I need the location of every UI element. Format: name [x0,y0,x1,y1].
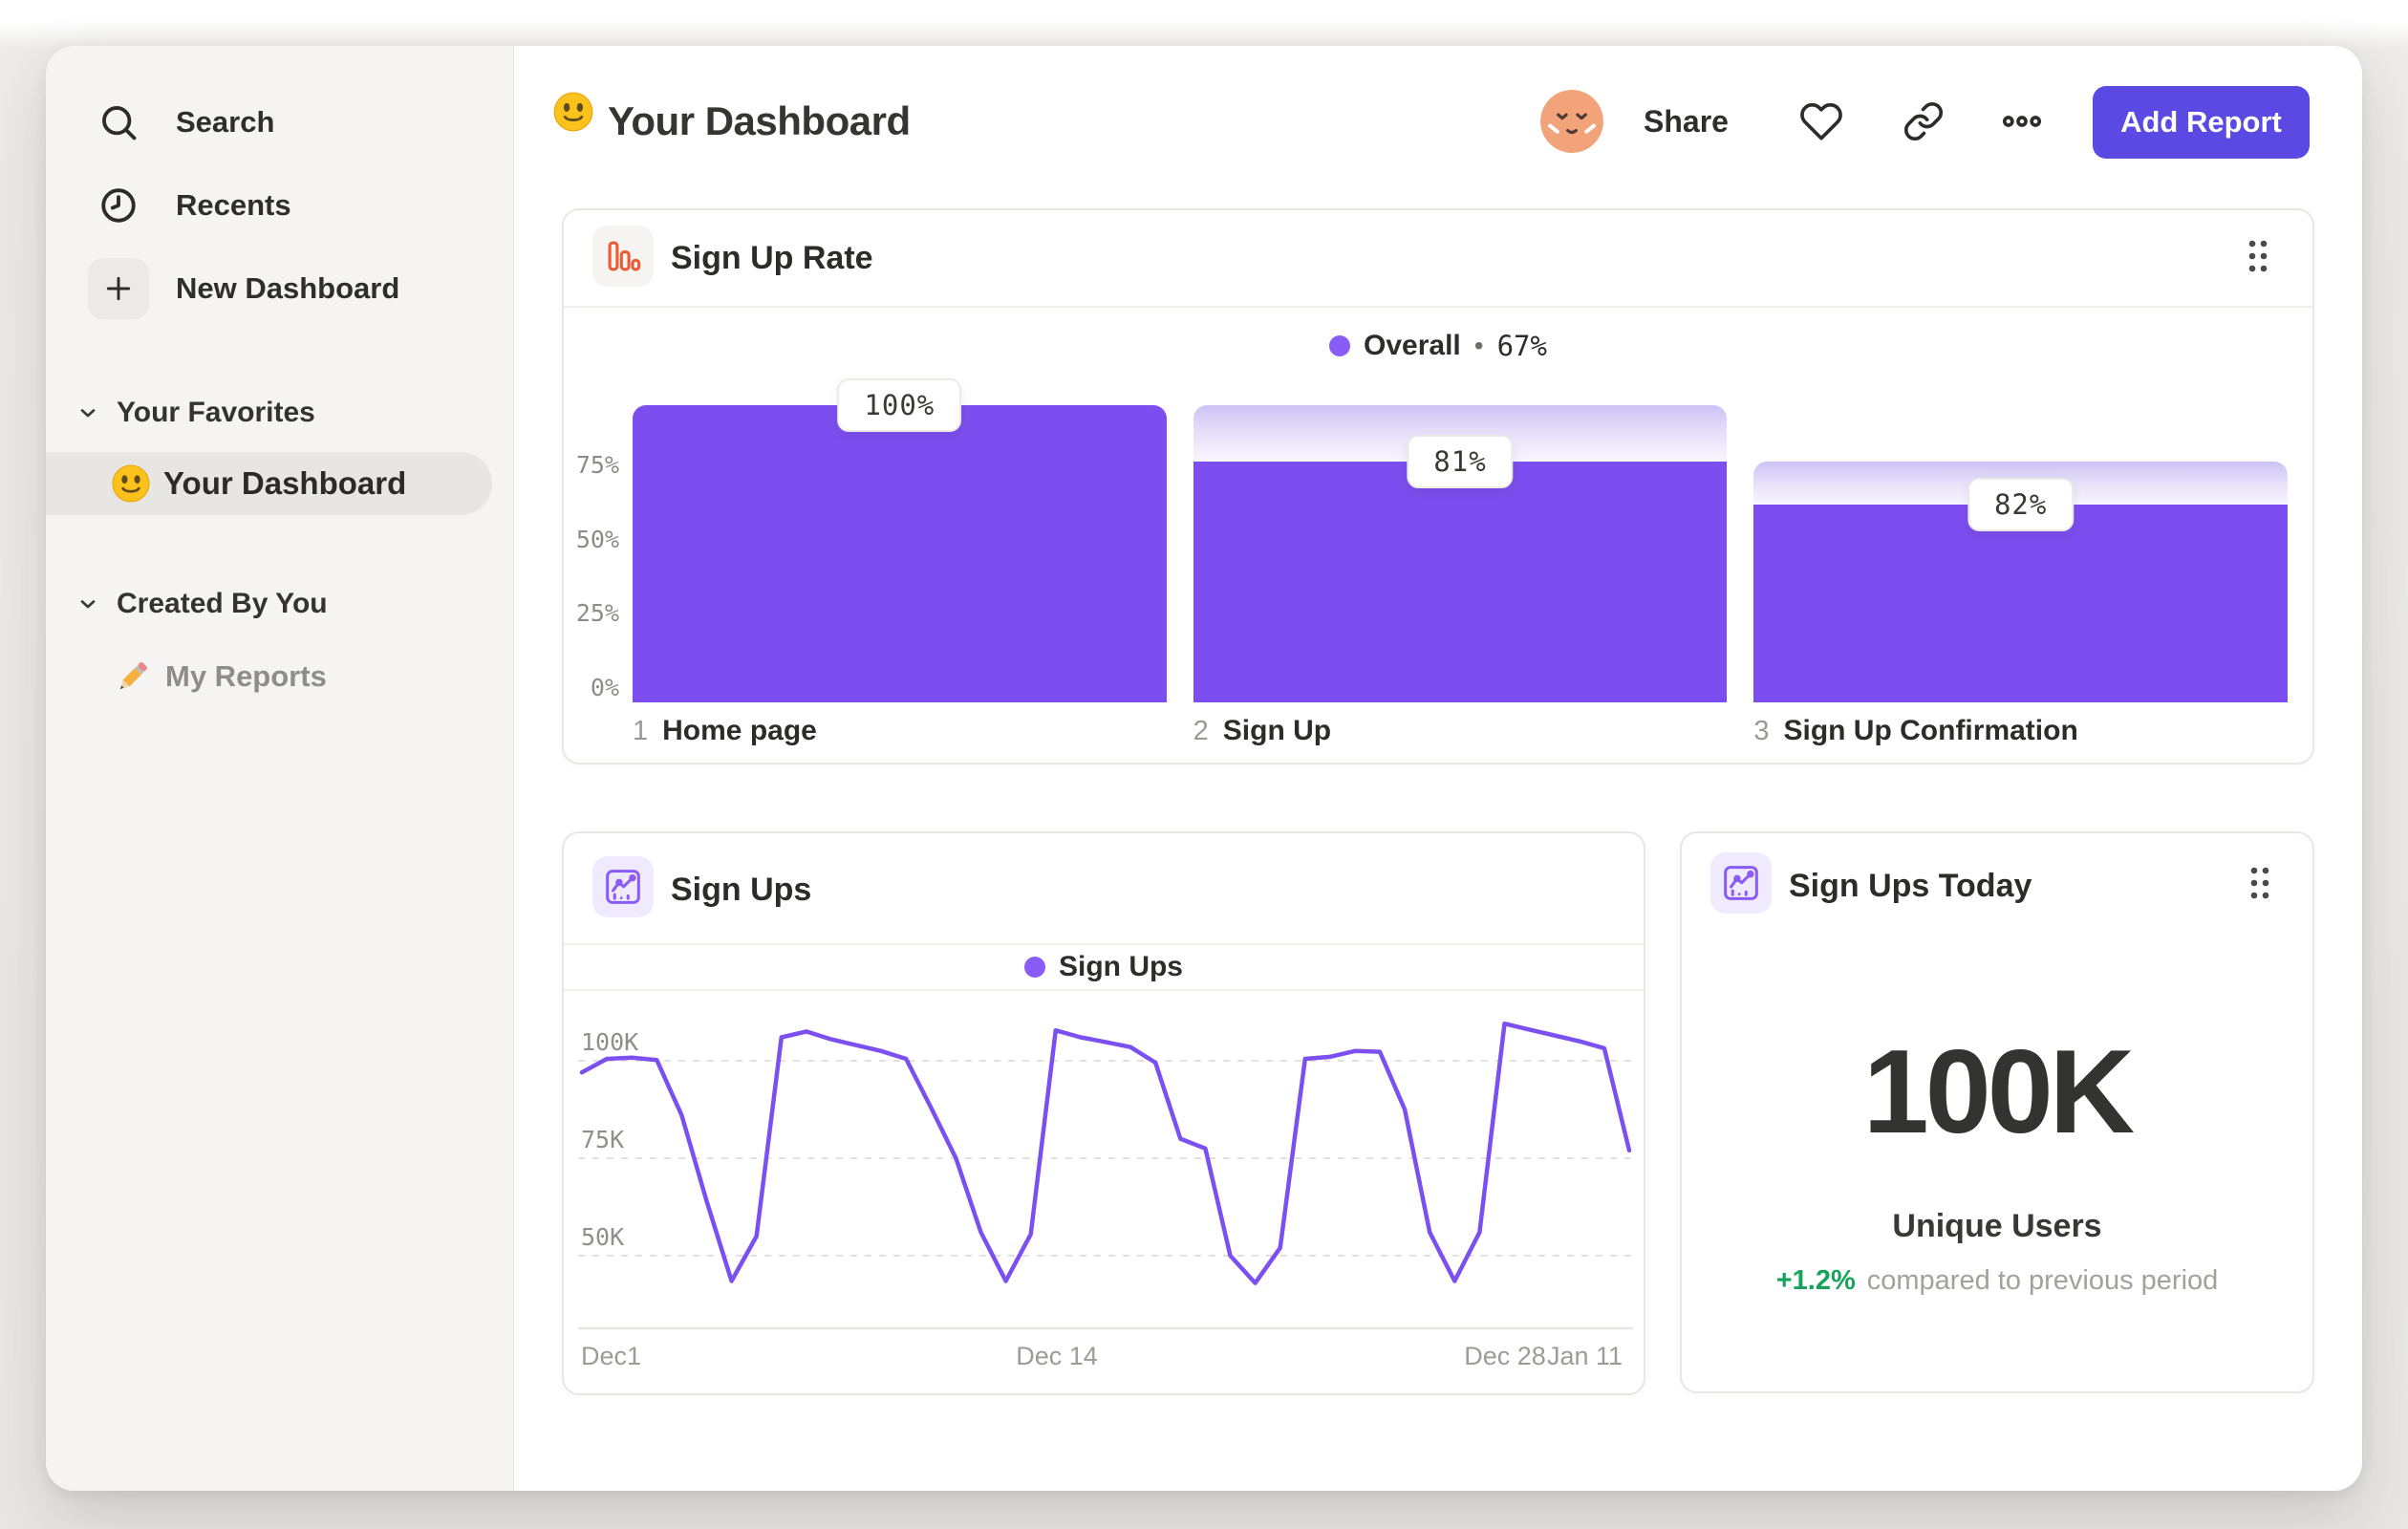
sidebar-item-label: Your Dashboard [163,465,407,501]
card-title: Sign Ups [671,872,812,908]
page-title: Your Dashboard [608,98,911,143]
funnel-bar-fill [1753,505,2288,702]
x-tick-label: Dec 28 [1464,1342,1546,1370]
page: Search Recents New Dashboard Your Favori… [0,0,2408,1529]
legend-dot-icon [1023,956,1045,978]
smiley-emoji-icon [551,90,595,134]
funnel-step-label: 1 Home page [633,715,817,746]
pencil-emoji-icon [112,656,154,698]
funnel-legend: Overall • 67% [564,323,2312,369]
x-tick-label: Dec 14 [1016,1342,1098,1370]
main-content: Your Dashboard Share Add Report Sign Up … [514,46,2362,1491]
sidebar-item-label: Search [176,105,275,139]
section-header-label: Your Favorites [117,397,315,428]
card-sign-up-rate: Sign Up Rate Overall • 67% 75% 50% 25% 0… [562,208,2314,764]
link-icon [1903,101,1944,141]
sidebar-item-my-reports[interactable]: My Reports [46,646,504,707]
legend-separator: • [1473,331,1484,360]
sidebar-item-label: My Reports [165,659,327,693]
sidebar-item-recents[interactable]: Recents [46,175,504,236]
kpi-delta: +1.2% [1775,1265,1856,1296]
sidebar-item-label: New Dashboard [176,271,400,305]
kpi-value: 100K [1862,1026,2135,1158]
add-report-button[interactable]: Add Report [2093,86,2310,159]
legend-series-label: Overall [1364,330,1461,361]
section-header-label: Created By You [117,588,328,619]
funnel-bar[interactable]: 82% [1753,405,2288,702]
sidebar-section-favorites[interactable]: Your Favorites [46,392,504,434]
card-sign-ups-today: Sign Ups Today 100K Unique Users +1.2% co… [1680,831,2314,1393]
sidebar-item-your-dashboard[interactable]: Your Dashboard [46,452,492,515]
kpi-delta-note: compared to previous period [1866,1265,2219,1296]
funnel-bar-badge: 100% [837,378,962,432]
line-legend: Sign Ups [564,944,1644,989]
card-title: Sign Ups Today [1789,868,2032,904]
funnel-bar[interactable]: 100% [633,378,1167,702]
funnel-step-label: 3 Sign Up Confirmation [1753,715,2078,746]
funnel-y-tick: 75% [575,450,619,479]
x-tick-label: Jan 11 [1546,1342,1623,1370]
sidebar-item-label: Recents [176,188,291,222]
funnel-y-tick: 0% [590,674,619,701]
favorite-heart-button[interactable] [1798,98,1844,144]
card-title: Sign Up Rate [671,240,873,276]
card-sign-ups: Sign Ups Sign Ups 100K 75K 50K Dec1 Dec … [562,831,1645,1395]
sidebar-item-search[interactable]: Search [46,92,504,153]
kpi-label: Unique Users [1892,1208,2102,1244]
smiley-emoji-icon [110,463,152,505]
kpi-delta-row: +1.2% compared to previous period [1682,1265,2312,1297]
legend-dot-icon [1329,335,1351,356]
sign-ups-series-line [579,1021,1632,1285]
clock-icon [96,183,141,228]
share-button[interactable]: Share [1644,90,1729,153]
ellipsis-icon [2002,116,2042,127]
drag-handle-icon[interactable] [2244,862,2276,904]
funnel-bar-badge: 82% [1967,478,2075,532]
line-chart-icon [1710,852,1772,914]
x-tick-label: Dec1 [581,1342,642,1370]
funnel-y-tick: 25% [575,599,619,628]
sidebar: Search Recents New Dashboard Your Favori… [46,46,514,1491]
funnel-bar-fill [1193,462,1728,702]
bar-chart-icon [592,226,654,287]
funnel-bar-fill [633,405,1167,702]
sidebar-item-new-dashboard[interactable]: New Dashboard [46,258,504,319]
plus-icon [88,258,149,319]
more-actions-button[interactable] [1999,98,2045,144]
line-chart-icon [592,856,654,917]
card-divider [564,306,2312,308]
legend-series-label: Sign Ups [1058,950,1183,982]
funnel-y-tick: 50% [575,525,619,553]
funnel-bar[interactable]: 81% [1193,405,1728,702]
funnel-step-label: 2 Sign Up [1193,715,1332,746]
sidebar-section-created-by-you[interactable]: Created By You [46,583,504,625]
search-icon [96,99,141,145]
sign-ups-line-chart[interactable] [578,991,1633,1330]
copy-link-button[interactable] [1901,98,1946,144]
drag-handle-icon[interactable] [2242,235,2274,277]
funnel-x-labels: 1 Home page 2 Sign Up 3 Sign Up Confirmation [633,715,2288,753]
funnel-bar-badge: 81% [1407,435,1514,489]
funnel-plot: 100% 81% 82% [633,378,2288,702]
chevron-down-icon [76,592,99,615]
funnel-y-axis: 75% 50% 25% 0% [564,405,619,702]
chevron-down-icon [76,401,99,424]
app-window: Search Recents New Dashboard Your Favori… [46,46,2362,1491]
avatar[interactable] [1540,90,1603,153]
legend-value: 67% [1496,330,1547,362]
heart-icon [1800,102,1842,140]
